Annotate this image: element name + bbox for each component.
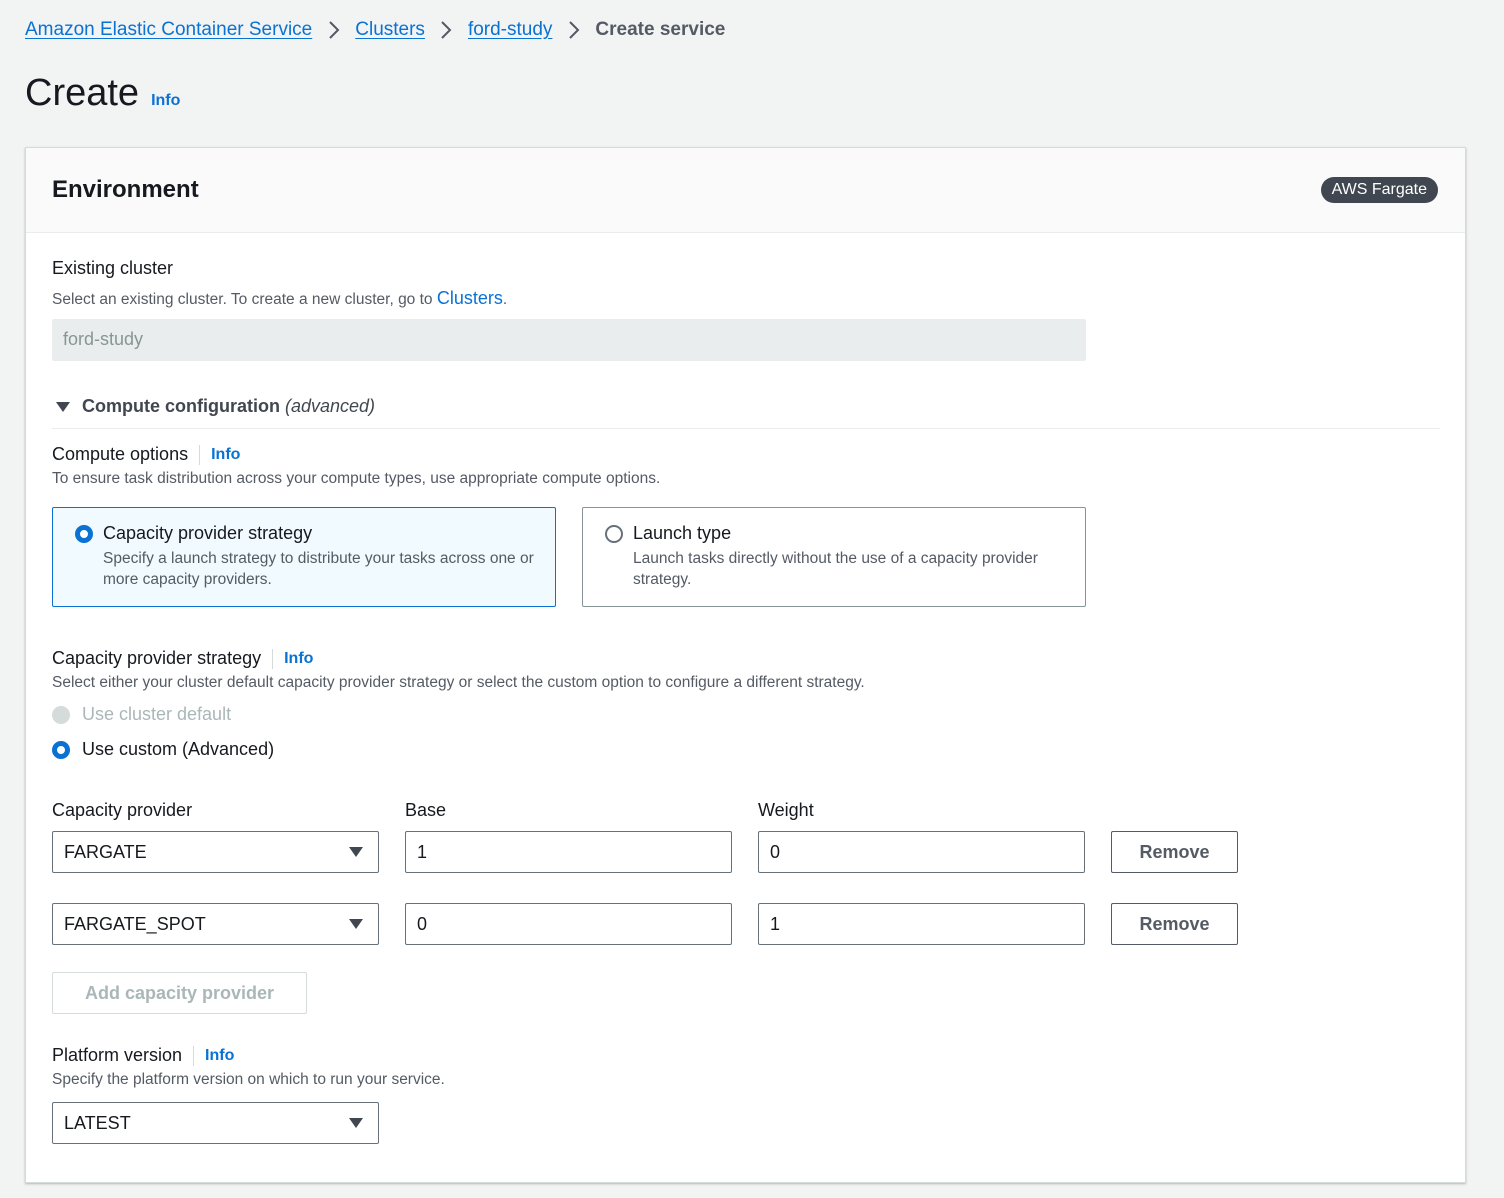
existing-cluster-input: ford-study [52, 319, 1086, 361]
caret-down-icon [349, 1118, 363, 1128]
separator [193, 1045, 195, 1066]
separator [272, 648, 274, 669]
fargate-badge: AWS Fargate [1320, 177, 1438, 203]
tile-capacity-provider-strategy[interactable]: Capacity provider strategy Specify a lau… [52, 507, 556, 607]
platform-desc: Specify the platform version on which to… [52, 1071, 445, 1088]
base-input[interactable]: 1 [405, 831, 732, 873]
compute-options-info-link[interactable]: Info [211, 446, 240, 464]
cps-info-link[interactable]: Info [284, 650, 313, 668]
compute-config-expander[interactable]: Compute configuration (advanced) [56, 396, 375, 417]
page-info-link[interactable]: Info [151, 92, 180, 110]
breadcrumb-cluster-name[interactable]: ford-study [468, 19, 552, 41]
radio-use-custom[interactable]: Use custom (Advanced) [52, 739, 274, 760]
platform-heading: Platform version Info [52, 1045, 234, 1066]
page-header: Create Info [25, 72, 180, 115]
weight-input[interactable]: 0 [758, 831, 1085, 873]
caret-down-icon [56, 401, 70, 412]
caret-down-icon [349, 919, 363, 929]
tile-title: Capacity provider strategy [103, 523, 313, 543]
select-value: FARGATE [64, 841, 147, 862]
breadcrumb-current: Create service [595, 19, 726, 40]
platform-label: Platform version [52, 1045, 183, 1065]
radio-use-cluster-default: Use cluster default [52, 704, 231, 725]
cps-label: Capacity provider strategy [52, 648, 262, 668]
breadcrumb-clusters[interactable]: Clusters [355, 19, 425, 41]
add-capacity-provider-button: Add capacity provider [52, 972, 307, 1014]
environment-header: Environment AWS Fargate [26, 148, 1465, 233]
radio-label: Use custom (Advanced) [82, 739, 275, 759]
compute-options-label: Compute options [52, 444, 189, 464]
radio-selected[interactable] [52, 740, 70, 759]
compute-options-heading: Compute options Info [52, 444, 240, 465]
compute-config-label: Compute configuration [82, 396, 280, 416]
remove-button[interactable]: Remove [1111, 831, 1238, 873]
platform-version-select[interactable]: LATEST [52, 1102, 379, 1144]
breadcrumb: Amazon Elastic Container Service Cluster… [25, 16, 725, 44]
caret-down-icon [349, 847, 363, 857]
base-input[interactable]: 0 [405, 903, 732, 945]
cps-desc: Select either your cluster default capac… [52, 674, 865, 691]
capacity-provider-select[interactable]: FARGATE_SPOT [52, 903, 379, 945]
existing-cluster-desc-text: Select an existing cluster. To create a … [52, 291, 437, 308]
breadcrumb-ecs[interactable]: Amazon Elastic Container Service [25, 19, 312, 41]
radio-launch-type[interactable] [605, 525, 623, 543]
tile-desc: Launch tasks directly without the use of… [633, 550, 1038, 588]
col-capacity-provider: Capacity provider [52, 800, 193, 820]
remove-button[interactable]: Remove [1111, 903, 1238, 945]
cps-heading: Capacity provider strategy Info [52, 648, 313, 669]
col-weight: Weight [758, 800, 814, 820]
existing-cluster-desc-suffix: . [502, 291, 508, 308]
radio-label: Use cluster default [82, 704, 232, 724]
select-value: LATEST [64, 1112, 131, 1133]
existing-cluster-desc: Select an existing cluster. To create a … [52, 288, 507, 309]
tile-title: Launch type [633, 523, 732, 543]
tile-launch-type[interactable]: Launch type Launch tasks directly withou… [582, 507, 1086, 607]
compute-options-desc: To ensure task distribution across your … [52, 470, 661, 487]
compute-config-suffix: (advanced) [284, 396, 376, 416]
weight-input[interactable]: 1 [758, 903, 1085, 945]
tile-desc: Specify a launch strategy to distribute … [103, 550, 534, 588]
radio-capacity-provider-strategy[interactable] [75, 525, 93, 543]
page-title: Create [25, 72, 140, 114]
environment-panel: Environment AWS Fargate Existing cluster… [25, 147, 1466, 1183]
platform-info-link[interactable]: Info [205, 1047, 234, 1065]
chevron-right-icon [312, 21, 355, 39]
environment-title: Environment [52, 176, 199, 203]
chevron-right-icon [425, 21, 468, 39]
radio-disabled [52, 705, 70, 724]
capacity-provider-select[interactable]: FARGATE [52, 831, 379, 873]
divider [52, 428, 1440, 429]
chevron-right-icon [552, 21, 595, 39]
separator [199, 444, 201, 465]
clusters-link[interactable]: Clusters [437, 288, 503, 308]
col-base: Base [405, 800, 447, 820]
existing-cluster-label: Existing cluster [52, 258, 174, 278]
select-value: FARGATE_SPOT [64, 913, 206, 934]
